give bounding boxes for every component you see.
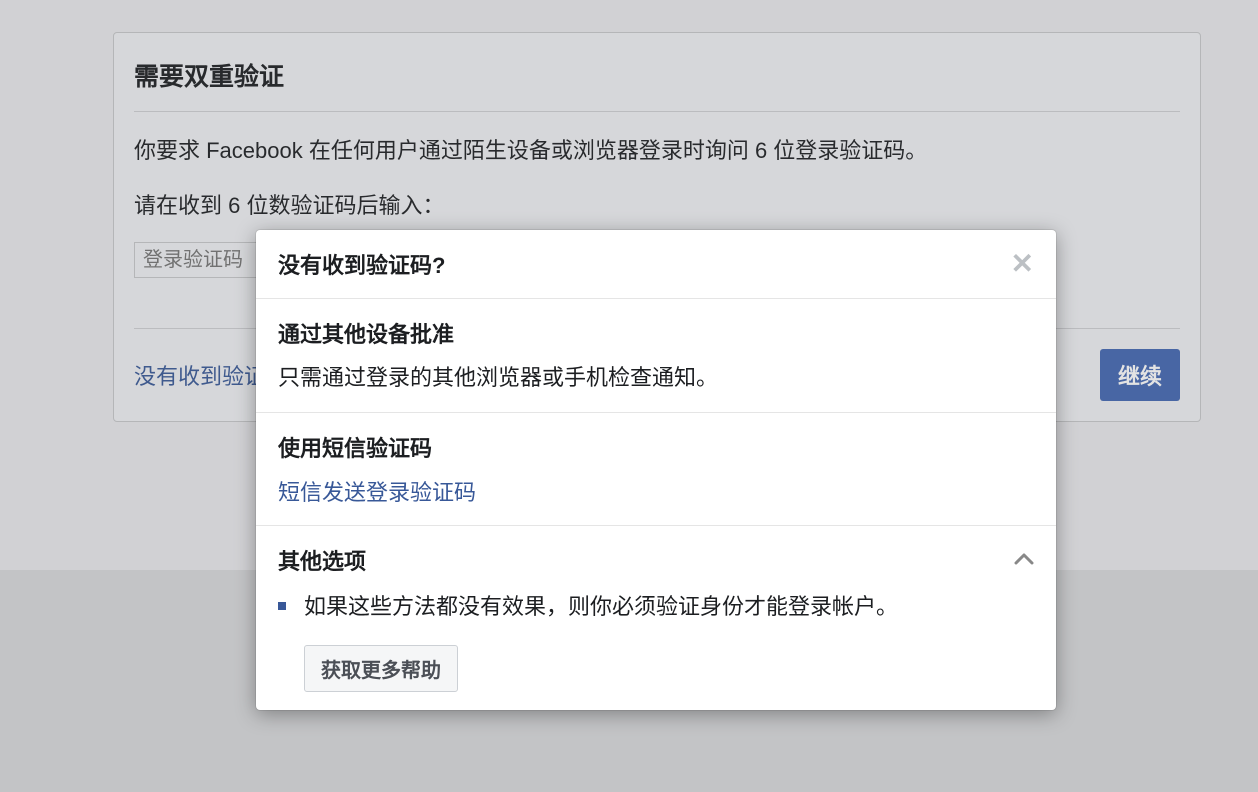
- login-code-input[interactable]: [134, 242, 264, 278]
- other-options-header[interactable]: 其他选项: [278, 544, 1034, 576]
- card-description-2: 请在收到 6 位数验证码后输入：: [134, 189, 1180, 222]
- other-heading: 其他选项: [278, 544, 366, 576]
- other-bullet-row: 如果这些方法都没有效果，则你必须验证身份才能登录帐户。: [278, 590, 1034, 623]
- bullet-icon: [278, 602, 286, 610]
- close-icon[interactable]: ✕: [1011, 250, 1034, 278]
- continue-button[interactable]: 继续: [1100, 349, 1180, 401]
- card-description-1: 你要求 Facebook 在任何用户通过陌生设备或浏览器登录时询问 6 位登录验…: [134, 134, 1180, 167]
- chevron-up-icon: [1014, 549, 1034, 572]
- modal-title: 没有收到验证码?: [278, 248, 445, 280]
- approve-heading: 通过其他设备批准: [278, 317, 1034, 349]
- other-bullet-text: 如果这些方法都没有效果，则你必须验证身份才能登录帐户。: [304, 590, 898, 623]
- sms-code-section: 使用短信验证码 短信发送登录验证码: [256, 413, 1056, 526]
- approve-other-device-section: 通过其他设备批准 只需通过登录的其他浏览器或手机检查通知。: [256, 299, 1056, 413]
- send-sms-code-link[interactable]: 短信发送登录验证码: [278, 480, 476, 505]
- no-code-modal: 没有收到验证码? ✕ 通过其他设备批准 只需通过登录的其他浏览器或手机检查通知。…: [256, 230, 1056, 710]
- get-more-help-button[interactable]: 获取更多帮助: [304, 645, 458, 692]
- other-options-section: 其他选项 如果这些方法都没有效果，则你必须验证身份才能登录帐户。 获取更多帮助: [256, 526, 1056, 710]
- card-title: 需要双重验证: [134, 57, 1180, 112]
- modal-header: 没有收到验证码? ✕: [256, 230, 1056, 299]
- approve-text: 只需通过登录的其他浏览器或手机检查通知。: [278, 361, 1034, 394]
- sms-heading: 使用短信验证码: [278, 431, 1034, 463]
